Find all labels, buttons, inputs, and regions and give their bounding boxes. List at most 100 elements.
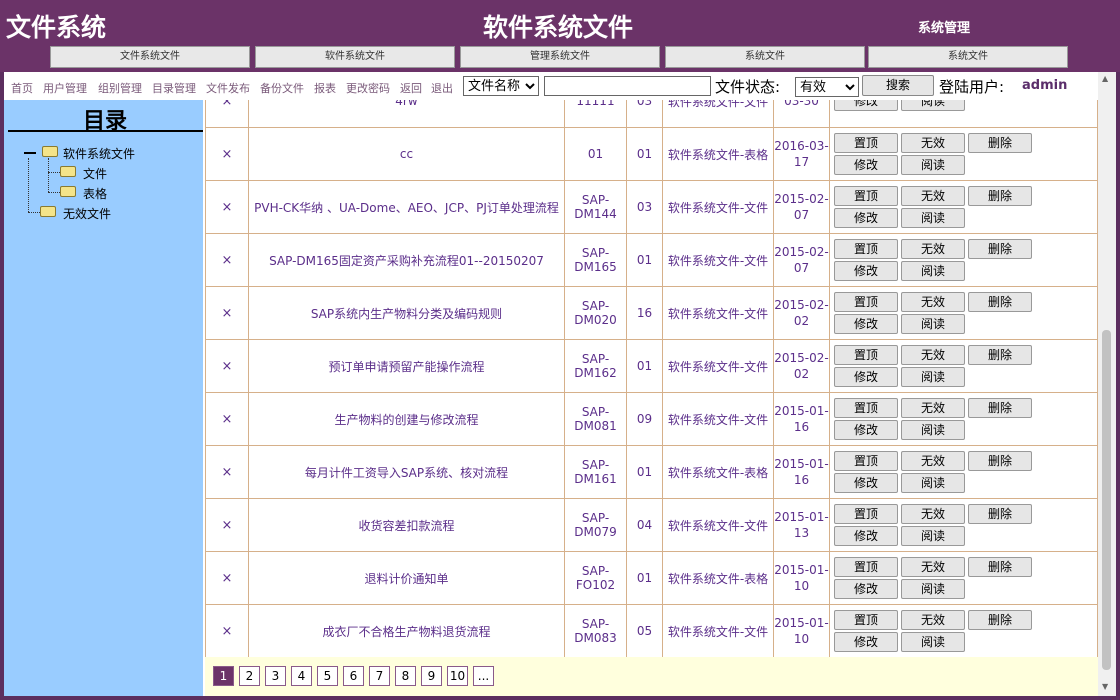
read-button[interactable]: 阅读 — [901, 632, 965, 652]
read-button[interactable]: 阅读 — [901, 314, 965, 334]
edit-button[interactable]: 修改 — [834, 526, 898, 546]
scroll-down-icon[interactable]: ▼ — [1102, 682, 1108, 691]
nav-home[interactable]: 首页 — [11, 80, 33, 96]
invalidate-button[interactable]: 无效 — [901, 186, 965, 206]
nav-directory-management[interactable]: 目录管理 — [152, 80, 196, 96]
invalidate-button[interactable]: 无效 — [901, 610, 965, 630]
file-status-select[interactable]: 有效 — [795, 77, 859, 97]
delete-mark-icon[interactable]: × — [205, 604, 249, 658]
page-link[interactable]: 2 — [239, 666, 260, 686]
pin-top-button[interactable]: 置顶 — [834, 133, 898, 153]
delete-button[interactable]: 删除 — [968, 186, 1032, 206]
delete-mark-icon[interactable]: × — [205, 339, 249, 393]
pin-top-button[interactable]: 置顶 — [834, 451, 898, 471]
invalidate-button[interactable]: 无效 — [901, 292, 965, 312]
delete-mark-icon[interactable]: × — [205, 445, 249, 499]
edit-button[interactable]: 修改 — [834, 579, 898, 599]
search-button[interactable]: 搜索 — [862, 75, 934, 96]
delete-button[interactable]: 删除 — [968, 239, 1032, 259]
read-button[interactable]: 阅读 — [901, 367, 965, 387]
nav-back[interactable]: 返回 — [400, 80, 422, 96]
read-button[interactable]: 阅读 — [901, 208, 965, 228]
banner-tab-2[interactable]: 软件系统文件 — [255, 46, 455, 68]
tree-collapse-icon[interactable] — [24, 152, 36, 154]
delete-mark-icon[interactable]: × — [205, 233, 249, 287]
delete-button[interactable]: 删除 — [968, 345, 1032, 365]
edit-button[interactable]: 修改 — [834, 155, 898, 175]
edit-button[interactable]: 修改 — [834, 261, 898, 281]
delete-mark-icon[interactable]: × — [205, 180, 249, 234]
invalidate-button[interactable]: 无效 — [901, 239, 965, 259]
nav-report[interactable]: 报表 — [314, 80, 336, 96]
pin-top-button[interactable]: 置顶 — [834, 398, 898, 418]
nav-user-management[interactable]: 用户管理 — [43, 80, 87, 96]
read-button[interactable]: 阅读 — [901, 473, 965, 493]
pin-top-button[interactable]: 置顶 — [834, 186, 898, 206]
delete-mark-icon[interactable]: × — [205, 551, 249, 605]
page-link[interactable]: ... — [473, 666, 494, 686]
tree-item-file[interactable]: 文件 — [83, 165, 107, 182]
delete-mark-icon[interactable]: × — [205, 392, 249, 446]
delete-mark-icon[interactable]: × — [205, 100, 249, 128]
page-link[interactable]: 10 — [447, 666, 468, 686]
nav-file-publish[interactable]: 文件发布 — [206, 80, 250, 96]
delete-mark-icon[interactable]: × — [205, 498, 249, 552]
edit-button[interactable]: 修改 — [834, 208, 898, 228]
delete-mark-icon[interactable]: × — [205, 127, 249, 181]
pin-top-button[interactable]: 置顶 — [834, 504, 898, 524]
page-link[interactable]: 5 — [317, 666, 338, 686]
invalidate-button[interactable]: 无效 — [901, 133, 965, 153]
nav-logout[interactable]: 退出 — [431, 80, 453, 96]
nav-change-password[interactable]: 更改密码 — [346, 80, 390, 96]
pin-top-button[interactable]: 置顶 — [834, 239, 898, 259]
page-link[interactable]: 3 — [265, 666, 286, 686]
scroll-thumb[interactable] — [1102, 330, 1111, 670]
delete-button[interactable]: 删除 — [968, 504, 1032, 524]
invalidate-button[interactable]: 无效 — [901, 398, 965, 418]
delete-button[interactable]: 删除 — [968, 610, 1032, 630]
scroll-up-icon[interactable]: ▲ — [1102, 74, 1108, 83]
search-input[interactable] — [544, 76, 711, 96]
banner-tab-3[interactable]: 管理系统文件 — [460, 46, 660, 68]
read-button[interactable]: 阅读 — [901, 579, 965, 599]
pin-top-button[interactable]: 置顶 — [834, 610, 898, 630]
banner-tab-1[interactable]: 文件系统文件 — [50, 46, 250, 68]
edit-button[interactable]: 修改 — [834, 632, 898, 652]
tree-item-form[interactable]: 表格 — [83, 185, 107, 202]
delete-button[interactable]: 删除 — [968, 398, 1032, 418]
invalidate-button[interactable]: 无效 — [901, 504, 965, 524]
edit-button[interactable]: 修改 — [834, 420, 898, 440]
page-link[interactable]: 6 — [343, 666, 364, 686]
nav-group-management[interactable]: 组别管理 — [98, 80, 142, 96]
read-button[interactable]: 阅读 — [901, 526, 965, 546]
edit-button[interactable]: 修改 — [834, 473, 898, 493]
read-button[interactable]: 阅读 — [901, 261, 965, 281]
vertical-scrollbar[interactable]: ▲ ▼ — [1098, 72, 1116, 696]
pin-top-button[interactable]: 置顶 — [834, 292, 898, 312]
page-link[interactable]: 9 — [421, 666, 442, 686]
system-management-link[interactable]: 系统管理 — [918, 17, 970, 36]
invalidate-button[interactable]: 无效 — [901, 557, 965, 577]
page-link[interactable]: 1 — [213, 666, 234, 686]
page-link[interactable]: 8 — [395, 666, 416, 686]
read-button[interactable]: 阅读 — [901, 420, 965, 440]
banner-tab-5[interactable]: 系统文件 — [868, 46, 1068, 68]
delete-mark-icon[interactable]: × — [205, 286, 249, 340]
nav-backup-files[interactable]: 备份文件 — [260, 80, 304, 96]
edit-button[interactable]: 修改 — [834, 367, 898, 387]
tree-root[interactable]: 软件系统文件 — [63, 145, 135, 162]
invalidate-button[interactable]: 无效 — [901, 345, 965, 365]
delete-button[interactable]: 删除 — [968, 557, 1032, 577]
search-field-select[interactable]: 文件名称 — [463, 76, 539, 96]
tree-item-invalid[interactable]: 无效文件 — [63, 205, 111, 222]
edit-button[interactable]: 修改 — [834, 100, 898, 111]
read-button[interactable]: 阅读 — [901, 100, 965, 111]
delete-button[interactable]: 删除 — [968, 133, 1032, 153]
invalidate-button[interactable]: 无效 — [901, 451, 965, 471]
edit-button[interactable]: 修改 — [834, 314, 898, 334]
read-button[interactable]: 阅读 — [901, 155, 965, 175]
pin-top-button[interactable]: 置顶 — [834, 557, 898, 577]
delete-button[interactable]: 删除 — [968, 292, 1032, 312]
pin-top-button[interactable]: 置顶 — [834, 345, 898, 365]
delete-button[interactable]: 删除 — [968, 451, 1032, 471]
